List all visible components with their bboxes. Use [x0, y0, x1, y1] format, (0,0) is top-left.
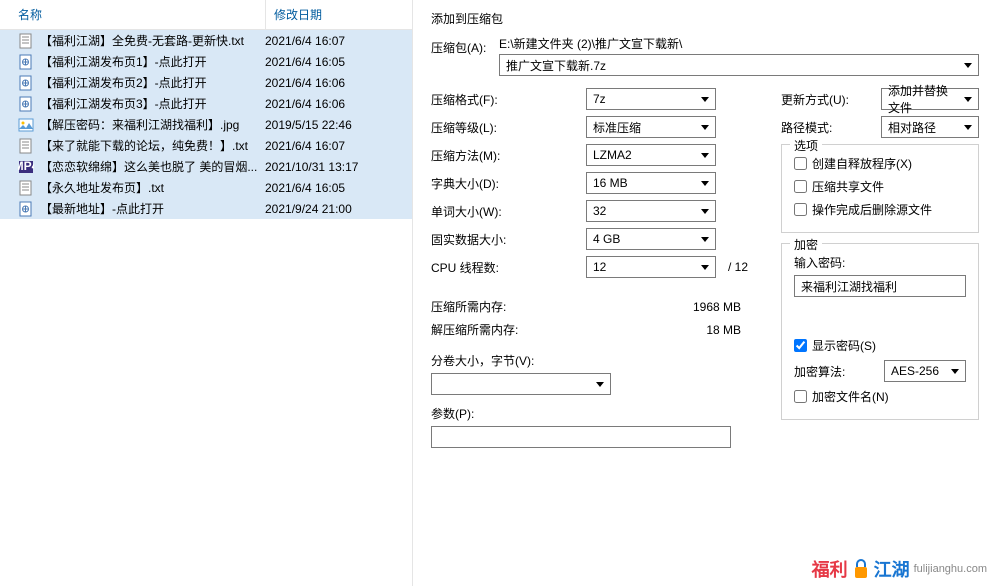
file-date: 2021/6/4 16:07 — [265, 34, 345, 48]
file-jpg-icon — [18, 117, 34, 133]
archive-label: 压缩包(A): — [431, 35, 499, 76]
file-row[interactable]: 【福利江湖发布页1】-点此打开2021/6/4 16:05 — [0, 51, 412, 72]
format-label: 压缩格式(F): — [431, 91, 586, 108]
showpwd-checkbox[interactable]: 显示密码(S) — [794, 337, 966, 354]
file-txt-icon — [18, 33, 34, 49]
mem-decomp-label: 解压缩所需内存: — [431, 321, 586, 338]
file-date: 2019/5/15 22:46 — [265, 118, 352, 132]
watermark: 福利 江湖 fulijianghu.com — [812, 556, 987, 582]
file-url-icon — [18, 201, 34, 217]
lock-icon — [852, 557, 870, 581]
file-name: 【福利江湖】全免费-无套路-更新快.txt — [40, 32, 265, 49]
method-combo[interactable]: LZMA2 — [586, 144, 716, 166]
threads-combo[interactable]: 12 — [586, 256, 716, 278]
split-label: 分卷大小，字节(V): — [431, 352, 751, 369]
file-name: 【永久地址发布页】.txt — [40, 179, 265, 196]
opt-sfx-checkbox[interactable]: 创建自释放程序(X) — [794, 155, 966, 172]
threads-total: / 12 — [716, 260, 748, 274]
file-date: 2021/9/24 21:00 — [265, 202, 352, 216]
solid-label: 固实数据大小: — [431, 231, 586, 248]
level-label: 压缩等级(L): — [431, 119, 586, 136]
file-row[interactable]: MP4 【恋恋软绵绵】这么美也脱了 美的冒烟...2021/10/31 13:17 — [0, 156, 412, 177]
update-label: 更新方式(U): — [781, 91, 881, 108]
file-name: 【恋恋软绵绵】这么美也脱了 美的冒烟... — [40, 158, 265, 175]
file-txt-icon — [18, 138, 34, 154]
encmethod-label: 加密算法: — [794, 363, 884, 380]
options-group-title: 选项 — [790, 137, 822, 154]
file-date: 2021/6/4 16:05 — [265, 181, 345, 195]
file-name: 【福利江湖发布页3】-点此打开 — [40, 95, 265, 112]
archive-path: E:\新建文件夹 (2)\推广文宣下载新\ — [499, 35, 979, 52]
file-row[interactable]: 【解压密码：来福利江湖找福利】.jpg2019/5/15 22:46 — [0, 114, 412, 135]
archive-file-combo[interactable]: 推广文宣下载新.7z — [499, 54, 979, 76]
col-header-date[interactable]: 修改日期 — [265, 0, 412, 29]
file-name: 【福利江湖发布页1】-点此打开 — [40, 53, 265, 70]
file-date: 2021/6/4 16:07 — [265, 139, 345, 153]
format-combo[interactable]: 7z — [586, 88, 716, 110]
svg-text:MP4: MP4 — [18, 159, 34, 173]
threads-label: CPU 线程数: — [431, 259, 586, 276]
file-url-icon — [18, 54, 34, 70]
pathmode-label: 路径模式: — [781, 119, 881, 136]
file-date: 2021/10/31 13:17 — [265, 160, 358, 174]
dict-combo[interactable]: 16 MB — [586, 172, 716, 194]
file-url-icon — [18, 96, 34, 112]
file-row[interactable]: 【来了就能下载的论坛，纯免费！】.txt2021/6/4 16:07 — [0, 135, 412, 156]
file-row[interactable]: 【永久地址发布页】.txt2021/6/4 16:05 — [0, 177, 412, 198]
file-name: 【来了就能下载的论坛，纯免费！】.txt — [40, 137, 265, 154]
password-label: 输入密码: — [794, 254, 966, 271]
file-mp4-icon: MP4 — [18, 159, 34, 175]
file-name: 【解压密码：来福利江湖找福利】.jpg — [40, 116, 265, 133]
dict-label: 字典大小(D): — [431, 175, 586, 192]
compress-dialog: 添加到压缩包 压缩包(A): E:\新建文件夹 (2)\推广文宣下载新\ 推广文… — [413, 0, 991, 586]
opt-shared-checkbox[interactable]: 压缩共享文件 — [794, 178, 966, 195]
encnames-checkbox[interactable]: 加密文件名(N) — [794, 388, 966, 405]
encryption-group-title: 加密 — [790, 236, 822, 253]
mem-decomp-value: 18 MB — [586, 323, 751, 337]
file-date: 2021/6/4 16:06 — [265, 76, 345, 90]
pathmode-combo[interactable]: 相对路径 — [881, 116, 979, 138]
method-label: 压缩方法(M): — [431, 147, 586, 164]
file-row[interactable]: 【福利江湖】全免费-无套路-更新快.txt2021/6/4 16:07 — [0, 30, 412, 51]
file-explorer-panel: 名称 修改日期 【福利江湖】全免费-无套路-更新快.txt2021/6/4 16… — [0, 0, 413, 586]
word-label: 单词大小(W): — [431, 203, 586, 220]
encryption-group: 加密 输入密码: 来福利江湖找福利 显示密码(S) 加密算法:AES-256 加… — [781, 243, 979, 420]
file-name: 【福利江湖发布页2】-点此打开 — [40, 74, 265, 91]
file-header: 名称 修改日期 — [0, 0, 412, 30]
params-label: 参数(P): — [431, 405, 751, 422]
encmethod-combo[interactable]: AES-256 — [884, 360, 966, 382]
file-txt-icon — [18, 180, 34, 196]
params-input[interactable] — [431, 426, 731, 448]
file-row[interactable]: 【福利江湖发布页3】-点此打开2021/6/4 16:06 — [0, 93, 412, 114]
password-input[interactable]: 来福利江湖找福利 — [794, 275, 966, 297]
mem-comp-label: 压缩所需内存: — [431, 298, 586, 315]
file-url-icon — [18, 75, 34, 91]
update-combo[interactable]: 添加并替换文件 — [881, 88, 979, 110]
file-row[interactable]: 【最新地址】-点此打开2021/9/24 21:00 — [0, 198, 412, 219]
word-combo[interactable]: 32 — [586, 200, 716, 222]
options-group: 选项 创建自释放程序(X) 压缩共享文件 操作完成后删除源文件 — [781, 144, 979, 233]
level-combo[interactable]: 标准压缩 — [586, 116, 716, 138]
split-combo[interactable] — [431, 373, 611, 395]
file-date: 2021/6/4 16:06 — [265, 97, 345, 111]
col-header-name[interactable]: 名称 — [0, 0, 265, 29]
dialog-title: 添加到压缩包 — [431, 10, 979, 27]
file-name: 【最新地址】-点此打开 — [40, 200, 265, 217]
file-date: 2021/6/4 16:05 — [265, 55, 345, 69]
mem-comp-value: 1968 MB — [586, 300, 751, 314]
solid-combo[interactable]: 4 GB — [586, 228, 716, 250]
file-row[interactable]: 【福利江湖发布页2】-点此打开2021/6/4 16:06 — [0, 72, 412, 93]
opt-delete-checkbox[interactable]: 操作完成后删除源文件 — [794, 201, 966, 218]
